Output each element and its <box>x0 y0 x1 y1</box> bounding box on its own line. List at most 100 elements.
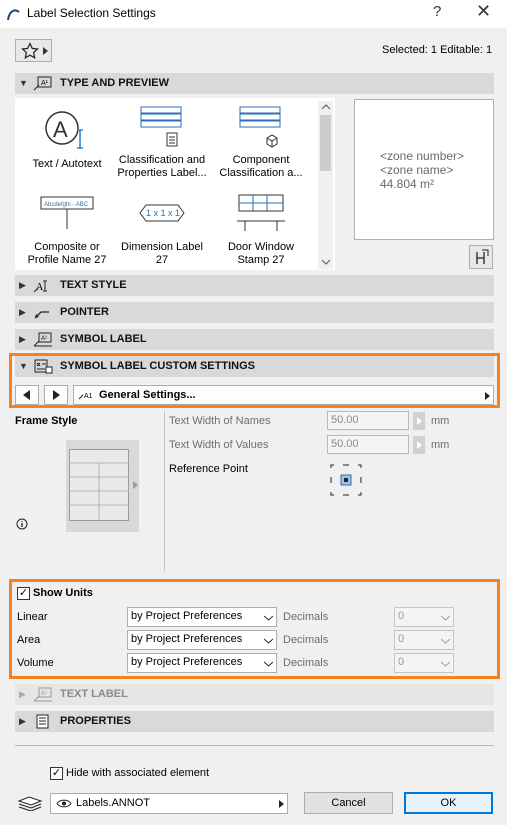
panel-text-style[interactable]: ▶ A TEXT STYLE <box>15 275 494 296</box>
svg-text:A1: A1 <box>84 393 93 400</box>
svg-text:A¹: A¹ <box>41 691 47 697</box>
scroll-down-icon[interactable] <box>322 259 330 265</box>
panel-title: PROPERTIES <box>60 715 131 727</box>
library-item-composite-profile[interactable]: Abcdefghi - ABC Composite or Profile Nam… <box>17 191 117 267</box>
expand-arrow-icon: ▶ <box>19 716 26 726</box>
svg-text:A¹: A¹ <box>41 336 47 342</box>
panel-title: SYMBOL LABEL <box>60 333 147 345</box>
info-icon[interactable] <box>16 518 28 530</box>
expand-arrow-icon: ▶ <box>19 334 26 344</box>
text-width-names-input[interactable]: 50.00 <box>327 411 409 430</box>
text-label-icon: A¹ <box>33 687 52 702</box>
text-width-names-spinner[interactable] <box>413 412 425 430</box>
chevron-down-icon <box>441 638 450 644</box>
footer-divider <box>15 745 494 746</box>
collapse-arrow-icon: ▼ <box>19 361 28 371</box>
selection-info: Selected: 1 Editable: 1 <box>382 44 493 56</box>
label-type-icon: A¹ <box>33 76 52 91</box>
ok-button[interactable]: OK <box>404 792 493 814</box>
panel-properties[interactable]: ▶ PROPERTIES <box>15 711 494 732</box>
component-classification-icon <box>239 106 281 148</box>
area-units-select[interactable]: by Project Preferences <box>127 630 277 650</box>
library-part-list[interactable]: A Text / Autotext Classification and Pro… <box>15 98 335 270</box>
library-scrollbar[interactable] <box>318 101 333 269</box>
eye-icon <box>56 799 72 808</box>
volume-units-select[interactable]: by Project Preferences <box>127 653 277 673</box>
hide-with-element-checkbox[interactable]: ✓ <box>50 767 63 780</box>
text-width-values-spinner[interactable] <box>413 436 425 454</box>
text-width-names-label: Text Width of Names <box>169 415 271 427</box>
pointer-icon <box>34 311 49 319</box>
library-item-component-classification[interactable]: Component Classification a... <box>211 104 311 180</box>
previous-page-button[interactable] <box>15 385 39 405</box>
symbol-label-icon: A¹ <box>33 332 52 347</box>
properties-icon <box>36 714 49 729</box>
hide-with-element-label: Hide with associated element <box>66 767 210 779</box>
svg-text:A¹: A¹ <box>41 80 49 87</box>
svg-text:1 x 1 x 1: 1 x 1 x 1 <box>146 208 180 218</box>
unit-label: mm <box>431 439 450 451</box>
panel-symbol-label-custom-settings[interactable]: ▼ SYMBOL LABEL CUSTOM SETTINGS <box>15 356 494 377</box>
text-width-values-input[interactable]: 50.00 <box>327 435 409 454</box>
composite-name-icon: Abcdefghi - ABC <box>40 196 94 229</box>
scroll-up-icon[interactable] <box>322 104 330 110</box>
panel-pointer[interactable]: ▶ POINTER <box>15 302 494 323</box>
library-item-text-autotext[interactable]: A Text / Autotext <box>17 108 117 171</box>
text-width-values-label: Text Width of Values <box>169 439 269 451</box>
volume-decimals-value: 0 <box>398 656 405 668</box>
text-autotext-icon: A <box>45 111 83 149</box>
favorites-button[interactable] <box>15 39 52 62</box>
cancel-button[interactable]: Cancel <box>304 792 393 814</box>
library-item-label: Component <box>232 154 290 166</box>
library-item-classification-properties[interactable]: Classification and Properties Label... <box>112 104 212 180</box>
help-button[interactable]: ? <box>433 3 441 20</box>
spin-right-icon <box>417 441 422 449</box>
svg-text:A: A <box>36 282 44 293</box>
library-item-label: Dimension Label <box>121 241 203 253</box>
reference-point-picker-icon[interactable] <box>329 463 363 497</box>
volume-decimals-select[interactable]: 0 <box>394 653 454 673</box>
library-item-label-2: Profile Name 27 <box>27 254 107 266</box>
frame-style-picker[interactable] <box>66 440 139 532</box>
volume-decimals-label: Decimals <box>283 657 329 669</box>
linear-units-select[interactable]: by Project Preferences <box>127 607 277 627</box>
next-page-button[interactable] <box>44 385 68 405</box>
area-decimals-select[interactable]: 0 <box>394 630 454 650</box>
chair-arrow-icon <box>476 249 489 264</box>
dimension-label-icon: 1 x 1 x 1 <box>139 204 185 222</box>
close-button[interactable]: ✕ <box>476 1 491 22</box>
chevron-right-icon <box>485 392 490 400</box>
layer-select[interactable]: Labels.ANNOT <box>50 793 288 814</box>
library-item-dimension-label[interactable]: 1 x 1 x 1 Dimension Label 27 <box>112 191 212 267</box>
svg-text:A: A <box>53 117 68 142</box>
panel-text-label[interactable]: ▶ A¹ TEXT LABEL <box>15 684 494 705</box>
volume-units-value: by Project Preferences <box>131 656 243 668</box>
library-item-door-window-stamp[interactable]: Door Window Stamp 27 <box>211 191 311 267</box>
page-label-icon: A1 <box>78 393 93 400</box>
panel-symbol-label[interactable]: ▶ A¹ SYMBOL LABEL <box>15 329 494 350</box>
unit-label: mm <box>431 415 450 427</box>
window-title: Label Selection Settings <box>27 6 156 20</box>
ok-label: OK <box>440 797 457 809</box>
chevron-right-icon <box>133 481 138 489</box>
frame-grid-icon <box>69 449 129 521</box>
chevron-right-icon <box>43 47 48 55</box>
area-decimals-value: 0 <box>398 633 405 645</box>
linear-units-value: by Project Preferences <box>131 610 243 622</box>
scrollbar-thumb[interactable] <box>320 115 331 171</box>
preview-options-button[interactable] <box>469 245 493 269</box>
chevron-down-icon <box>441 661 450 667</box>
library-item-label-2: Classification a... <box>219 167 303 179</box>
reference-point-label: Reference Point <box>169 463 248 475</box>
linear-decimals-select[interactable]: 0 <box>394 607 454 627</box>
text-width-values-value: 50.00 <box>331 438 359 450</box>
library-item-label: Classification and <box>118 154 206 166</box>
text-width-names-value: 50.00 <box>331 414 359 426</box>
panel-type-and-preview[interactable]: ▼ A¹ TYPE AND PREVIEW <box>15 73 494 94</box>
expand-arrow-icon: ▶ <box>19 280 26 290</box>
custom-settings-page-select[interactable]: A1 General Settings... <box>73 385 494 405</box>
show-units-checkbox[interactable]: ✓ <box>17 587 30 600</box>
preview-zone-area: 44.804 m² <box>380 177 435 191</box>
library-item-label: Text / Autotext <box>32 158 102 170</box>
star-icon <box>21 42 39 59</box>
